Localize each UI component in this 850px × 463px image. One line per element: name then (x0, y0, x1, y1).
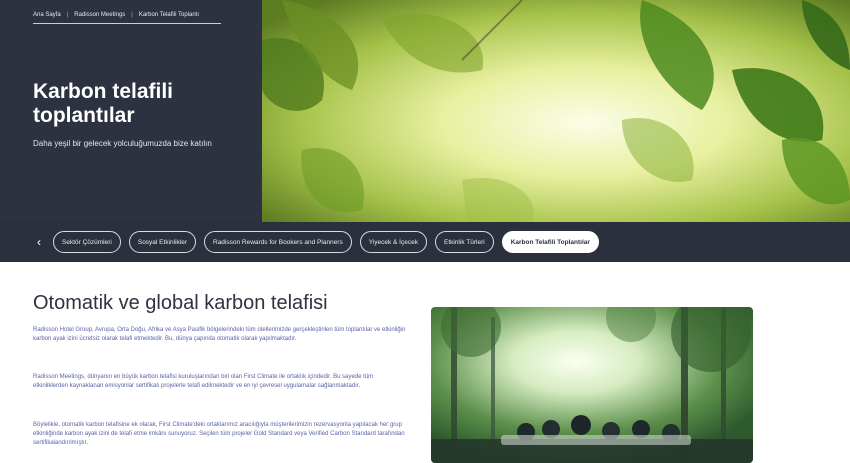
hero-subtitle: Daha yeşil bir gelecek yolculuğumuzda bi… (33, 139, 212, 148)
breadcrumb-radisson-meetings[interactable]: Radisson Meetings (74, 12, 125, 18)
breadcrumb-underline (33, 23, 221, 24)
page-title: Karbon telafili toplantılar (33, 80, 174, 127)
tab-yiyecek-icecek[interactable]: Yiyecek & İçecek (359, 231, 427, 253)
tab-sosyal-etkinlikler[interactable]: Sosyal Etkinlikler (128, 231, 196, 253)
tab-radisson-rewards[interactable]: Radisson Rewards for Bookers and Planner… (204, 231, 352, 253)
breadcrumb-home[interactable]: Ana Sayfa (33, 12, 61, 18)
tab-etkinlik-turleri[interactable]: Etkinlik Türleri (434, 231, 494, 253)
hero-leaves-image (262, 0, 850, 222)
category-tabs: ‹ Sektör Çözümleri Sosyal Etkinlikler Ra… (0, 222, 850, 262)
tab-sektor-cozumleri[interactable]: Sektör Çözümleri (53, 231, 121, 253)
breadcrumb-current: Karbon Telafili Toplantı (138, 12, 199, 18)
section-paragraph: Radisson Hotel Group, Avrupa, Orta Doğu,… (33, 327, 406, 342)
section-title: Otomatik ve global karbon telafisi (33, 292, 328, 314)
section-paragraph: Böylelikle, otomatik karbon telafisine e… (33, 422, 405, 446)
chevron-left-icon[interactable]: ‹ (33, 235, 45, 249)
tab-karbon-telafili-toplantilar[interactable]: Karbon Telafili Toplantılar (501, 231, 599, 253)
breadcrumb: Ana Sayfa | Radisson Meetings | Karbon T… (33, 12, 199, 18)
breadcrumb-separator: | (66, 12, 69, 18)
section-paragraph: Radisson Meetings, dünyanın en büyük kar… (33, 374, 374, 389)
outdoor-meeting-image (431, 307, 753, 463)
breadcrumb-separator: | (131, 12, 133, 18)
hero-banner: Ana Sayfa | Radisson Meetings | Karbon T… (0, 0, 850, 262)
